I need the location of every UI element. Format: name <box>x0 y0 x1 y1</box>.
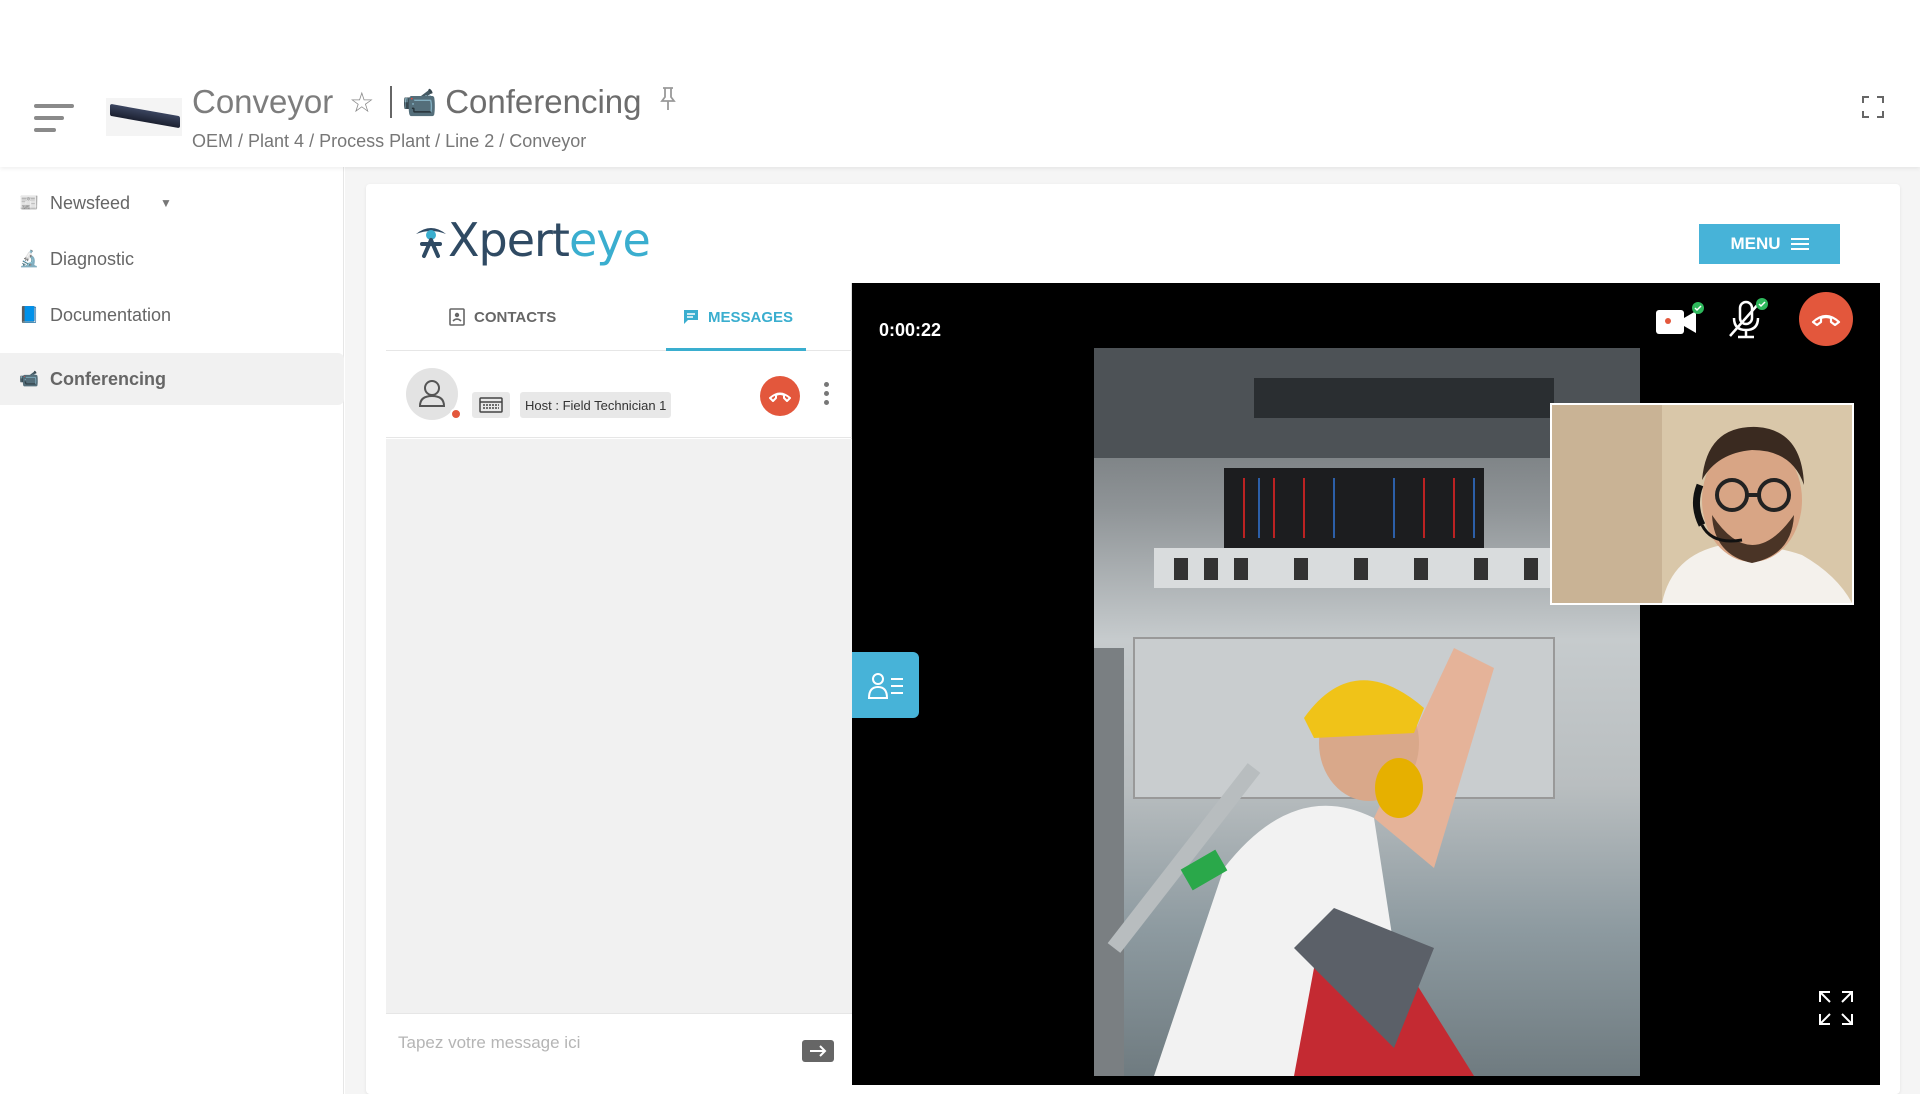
sidebar-item-label: Newsfeed <box>50 192 131 213</box>
participants-toggle-button[interactable] <box>852 652 919 718</box>
status-dot <box>450 408 462 420</box>
sidebar-item-newsfeed[interactable]: 📰 Newsfeed ▼ <box>0 177 344 229</box>
message-input[interactable] <box>398 1026 778 1060</box>
breadcrumb: OEM / Plant 4 / Process Plant / Line 2 /… <box>192 131 587 151</box>
title-row: Conveyor ☆ 📹 Conferencing <box>192 80 676 124</box>
call-timer: 0:00:22 <box>879 320 942 340</box>
book-icon: 📘 <box>19 307 39 324</box>
menu-lines-icon <box>1790 235 1809 253</box>
sidebar-item-diagnostic[interactable]: 🔬 Diagnostic <box>0 233 344 285</box>
active-tab-indicator <box>666 348 806 351</box>
eye-logo-icon <box>416 228 446 258</box>
page-title: Conferencing <box>445 83 642 120</box>
sidebar-item-label: Conferencing <box>50 368 167 389</box>
breadcrumb-item[interactable]: OEM <box>192 131 233 151</box>
menu-button-label: MENU <box>1730 234 1781 253</box>
host-label: Host : Field Technician 1 <box>520 392 672 418</box>
microphone-toggle-button[interactable] <box>1724 296 1770 340</box>
breadcrumb-item[interactable]: Plant 4 <box>248 131 304 151</box>
logo-text-dark: Xpert <box>448 213 570 267</box>
title-divider <box>390 86 393 118</box>
web-browser-icon <box>472 392 510 418</box>
contact-list-icon <box>867 673 903 699</box>
messages-area <box>386 439 852 1013</box>
newspaper-icon: 📰 <box>19 195 39 212</box>
xperteye-logo: Xpert eye <box>414 213 651 267</box>
expert-video-image <box>1552 405 1852 603</box>
chat-bubble-icon <box>684 310 698 324</box>
asset-title: Conveyor <box>192 83 334 120</box>
logo-text-light: eye <box>568 213 651 267</box>
contact-row[interactable]: Host : Field Technician 1 <box>386 352 852 438</box>
end-call-button[interactable] <box>1799 292 1853 346</box>
chevron-down-icon[interactable]: ▼ <box>160 196 172 210</box>
video-camera-icon: 📹 <box>402 86 438 118</box>
local-video-preview[interactable] <box>1550 403 1854 605</box>
sidebar-item-label: Documentation <box>50 304 172 325</box>
tab-messages-label: MESSAGES <box>708 308 794 326</box>
sidebar-item-label: Diagnostic <box>50 248 135 269</box>
app-header: Conveyor ☆ 📹 Conferencing OEM / Plant 4 … <box>0 0 1920 167</box>
contacts-book-icon <box>449 308 465 326</box>
sidebar: 📰 Newsfeed ▼ 🔬 Diagnostic 📘 Documentatio… <box>0 167 344 1094</box>
tab-contacts-label: CONTACTS <box>474 308 557 326</box>
menu-button[interactable]: MENU <box>1699 224 1840 264</box>
breadcrumb-item[interactable]: Process Plant <box>319 131 430 151</box>
microscope-icon: 🔬 <box>19 251 39 268</box>
send-button[interactable] <box>802 1040 834 1062</box>
tab-messages[interactable]: MESSAGES <box>682 283 793 351</box>
video-camera-on-icon <box>1656 302 1704 334</box>
fullscreen-icon[interactable] <box>1862 96 1884 118</box>
more-options-icon[interactable] <box>822 382 830 410</box>
breadcrumb-item[interactable]: Conveyor <box>509 131 586 151</box>
breadcrumb-item[interactable]: Line 2 <box>445 131 494 151</box>
camera-toggle-button[interactable] <box>1654 300 1704 340</box>
tab-contacts[interactable]: CONTACTS <box>448 283 556 351</box>
pin-icon[interactable] <box>659 86 676 118</box>
phone-hangup-icon <box>769 392 791 402</box>
asset-thumbnail <box>106 98 182 136</box>
arrow-right-icon <box>810 1045 827 1057</box>
phone-hangup-icon <box>1811 314 1841 327</box>
video-camera-icon: 📹 <box>19 371 39 388</box>
hang-up-button[interactable] <box>760 376 800 416</box>
panel-tabs: CONTACTS MESSAGES <box>386 283 852 351</box>
hamburger-menu-icon[interactable] <box>34 104 74 134</box>
expand-video-icon[interactable] <box>1818 990 1854 1026</box>
sidebar-item-conferencing[interactable]: 📹 Conferencing <box>0 353 344 405</box>
sidebar-item-documentation[interactable]: 📘 Documentation <box>0 289 344 341</box>
star-icon[interactable]: ☆ <box>349 86 374 119</box>
message-composer <box>386 1013 852 1085</box>
microphone-icon <box>1729 298 1768 339</box>
